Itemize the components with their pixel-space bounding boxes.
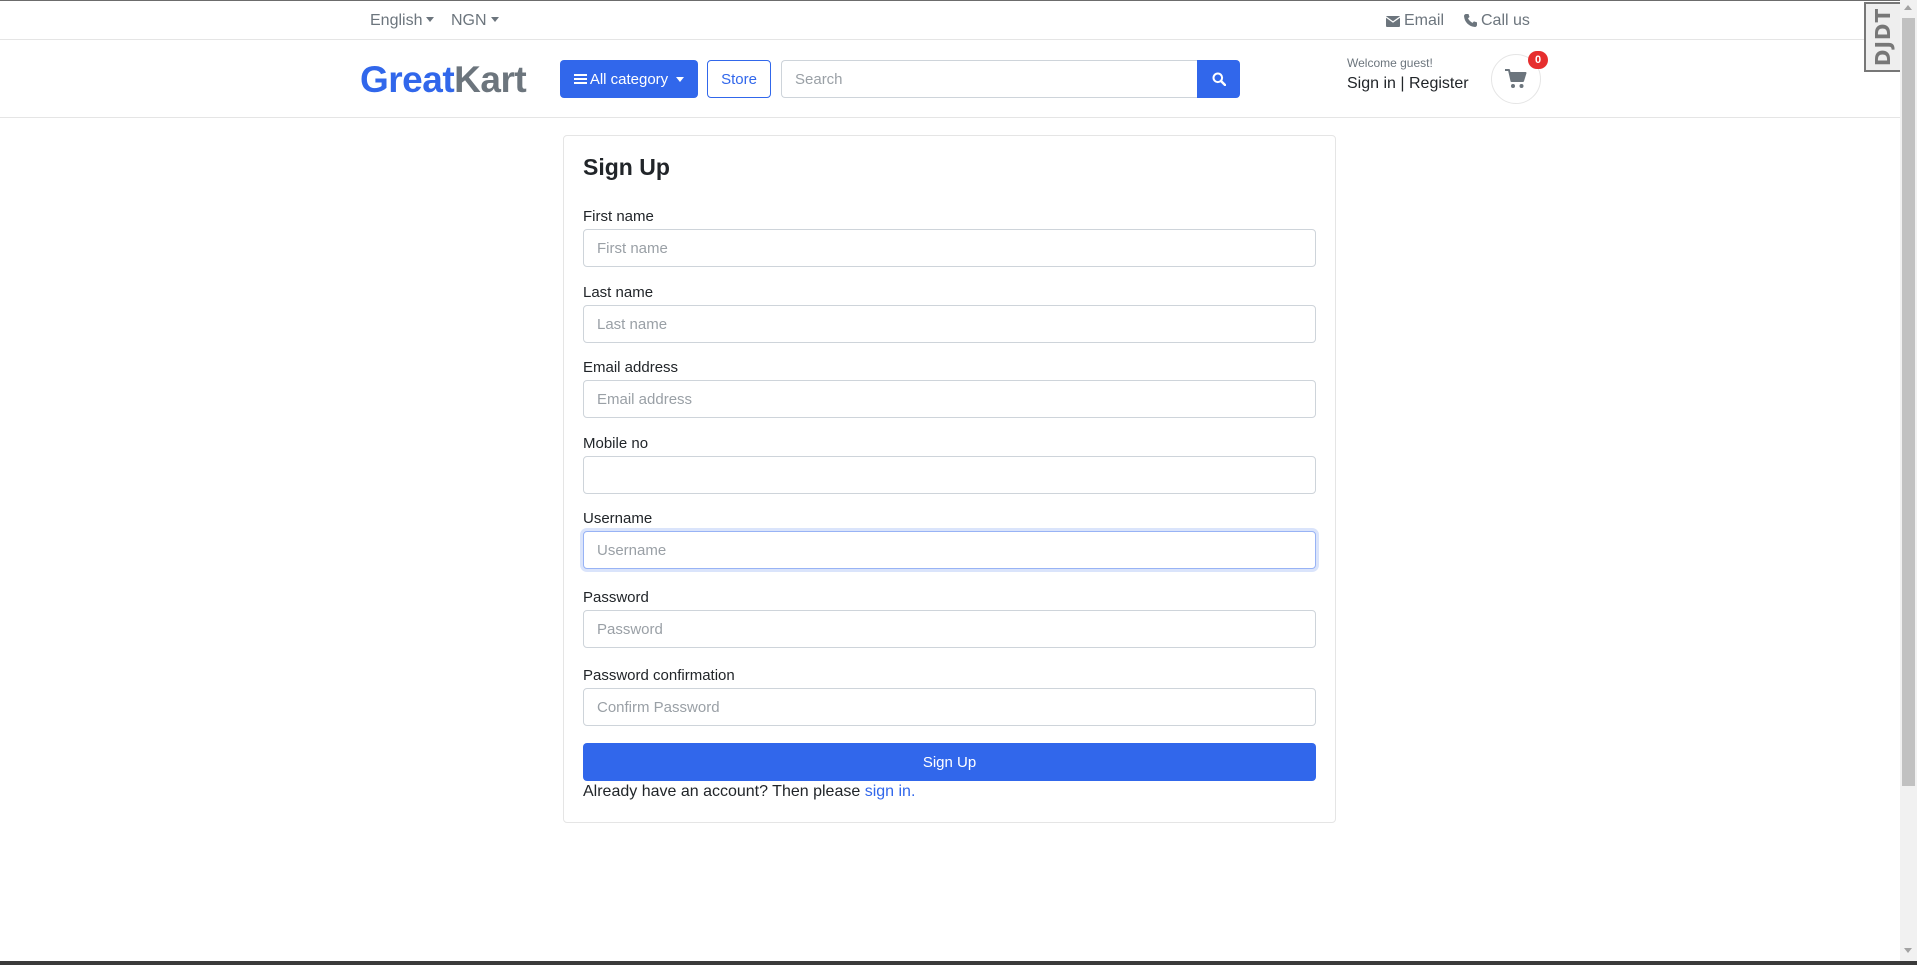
phone-icon [1464,14,1477,27]
vertical-scrollbar[interactable] [1900,0,1917,962]
last-name-field[interactable] [583,305,1316,343]
first-name-field[interactable] [583,229,1316,267]
debug-toolbar-handle[interactable]: DJDT [1864,2,1900,72]
chevron-down-icon [490,17,499,22]
menu-icon [573,72,587,86]
mobile-no-field[interactable] [583,456,1316,494]
have-account-prompt: Already have an account? Then please [583,783,865,800]
all-category-label: All category [589,70,669,88]
page-title: Sign Up [583,154,670,180]
sign-in-link[interactable]: Sign in [1347,75,1396,92]
cart-count-badge: 0 [1528,51,1548,69]
call-us-label: Call us [1481,12,1530,29]
call-us-link[interactable]: Call us [1464,12,1530,30]
email-address-field[interactable] [583,380,1316,418]
mobile-no-label: Mobile no [583,435,649,452]
email-label: Email [1404,12,1445,29]
password-confirmation-field[interactable] [583,688,1316,726]
username-label: Username [583,510,653,527]
register-link[interactable]: Register [1409,75,1469,92]
welcome-text: Welcome guest! [1347,56,1433,70]
store-button[interactable]: Store [707,60,771,98]
shopping-cart-icon [1505,69,1527,88]
currency-dropdown[interactable]: NGN [451,12,499,30]
top-bar: English NGN Email Call us [0,0,1900,40]
envelope-icon [1385,16,1401,27]
scroll-up-arrow-icon[interactable] [1904,5,1912,10]
sign-in-link-footer[interactable]: sign in. [865,783,916,800]
password-field[interactable] [583,610,1316,648]
search-icon [1212,72,1226,86]
site-header: GreatKart All category Store Welcome gue… [0,40,1900,118]
scroll-down-arrow-icon[interactable] [1904,948,1912,953]
email-link[interactable]: Email [1385,12,1445,30]
username-field[interactable] [583,531,1316,569]
currency-label: NGN [451,12,487,29]
password-confirmation-label: Password confirmation [583,667,735,684]
search-input[interactable] [781,60,1198,98]
email-address-label: Email address [583,359,679,376]
last-name-label: Last name [583,284,654,301]
logo-great: Great [360,59,455,100]
chevron-down-icon [676,76,685,82]
auth-links: Sign in | Register [1347,75,1469,93]
have-account-text: Already have an account? Then please sig… [583,783,915,801]
search-button[interactable] [1197,60,1240,98]
scrollbar-thumb[interactable] [1902,18,1915,786]
signup-card: Sign Up First name Last name Email addre… [563,135,1336,823]
first-name-label: First name [583,208,654,225]
password-label: Password [583,589,649,606]
sign-up-button[interactable]: Sign Up [583,743,1316,781]
logo-kart: Kart [454,59,527,100]
debug-toolbar-label: DJDT [1871,7,1896,67]
auth-separator: | [1400,75,1405,92]
all-category-button[interactable]: All category [560,60,698,98]
window-bottom-border [0,961,1917,965]
language-label: English [370,12,423,29]
greatkart-logo[interactable]: GreatKart [360,59,527,101]
language-dropdown[interactable]: English [370,12,435,30]
chevron-down-icon [426,17,435,22]
